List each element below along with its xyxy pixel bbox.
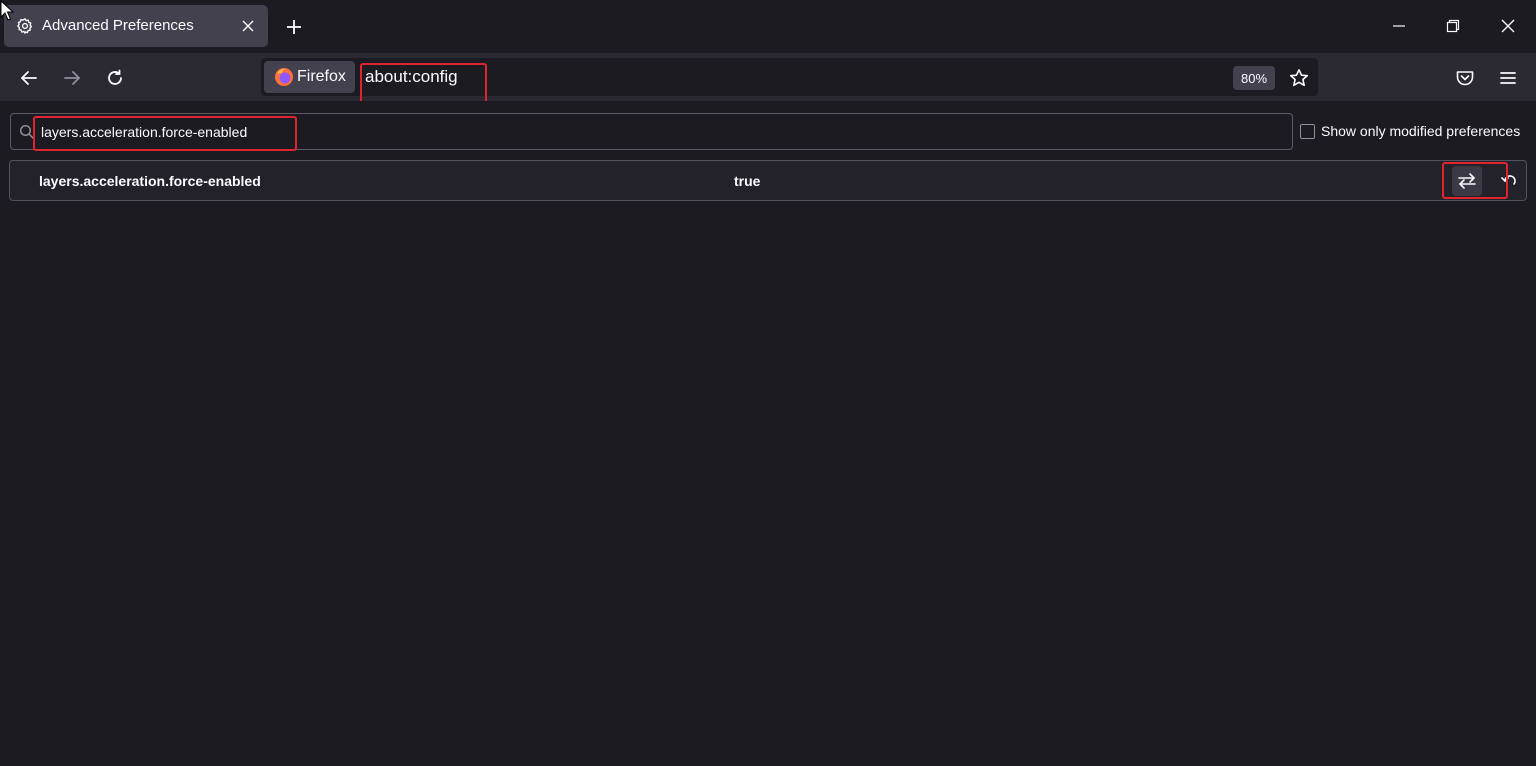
- tab-title: Advanced Preferences: [42, 17, 194, 34]
- new-tab-button[interactable]: [280, 13, 308, 41]
- url-text[interactable]: about:config: [365, 67, 458, 87]
- pocket-icon[interactable]: [1450, 63, 1480, 93]
- search-input[interactable]: [41, 117, 1281, 146]
- navigation-toolbar: Firefox about:config 80%: [0, 53, 1536, 107]
- preference-name: layers.acceleration.force-enabled: [39, 173, 261, 189]
- search-field[interactable]: [10, 113, 1293, 150]
- zoom-level-button[interactable]: 80%: [1233, 66, 1275, 90]
- hamburger-menu-icon[interactable]: [1493, 63, 1523, 93]
- about-config-page: Show only modified preferences layers.ac…: [0, 101, 1536, 766]
- minimize-icon[interactable]: [1385, 12, 1413, 40]
- mouse-pointer-icon: [0, 0, 15, 21]
- reload-icon[interactable]: [100, 63, 130, 93]
- reset-icon[interactable]: [1494, 166, 1524, 196]
- search-icon: [19, 124, 35, 140]
- toggle-icon[interactable]: [1452, 166, 1482, 196]
- tab-advanced-preferences[interactable]: Advanced Preferences: [4, 5, 268, 47]
- show-modified-toggle[interactable]: Show only modified preferences: [1300, 123, 1520, 139]
- restore-icon[interactable]: [1439, 12, 1467, 40]
- show-modified-label: Show only modified preferences: [1321, 123, 1521, 139]
- preference-value[interactable]: true: [734, 173, 760, 189]
- identity-label: Firefox: [297, 68, 346, 85]
- back-icon[interactable]: [14, 63, 44, 93]
- show-modified-checkbox[interactable]: [1300, 123, 1315, 139]
- preference-row: layers.acceleration.force-enabled true: [9, 160, 1527, 201]
- close-icon[interactable]: [1494, 12, 1522, 40]
- tab-strip: Advanced Preferences: [0, 0, 1536, 53]
- identity-button[interactable]: Firefox: [264, 61, 355, 93]
- bookmark-star-icon[interactable]: [1287, 66, 1311, 90]
- firefox-logo-icon: [275, 68, 293, 86]
- url-bar[interactable]: Firefox about:config 80%: [261, 58, 1318, 107]
- close-tab-icon[interactable]: [238, 16, 258, 36]
- gear-icon: [15, 16, 35, 36]
- forward-icon[interactable]: [57, 63, 87, 93]
